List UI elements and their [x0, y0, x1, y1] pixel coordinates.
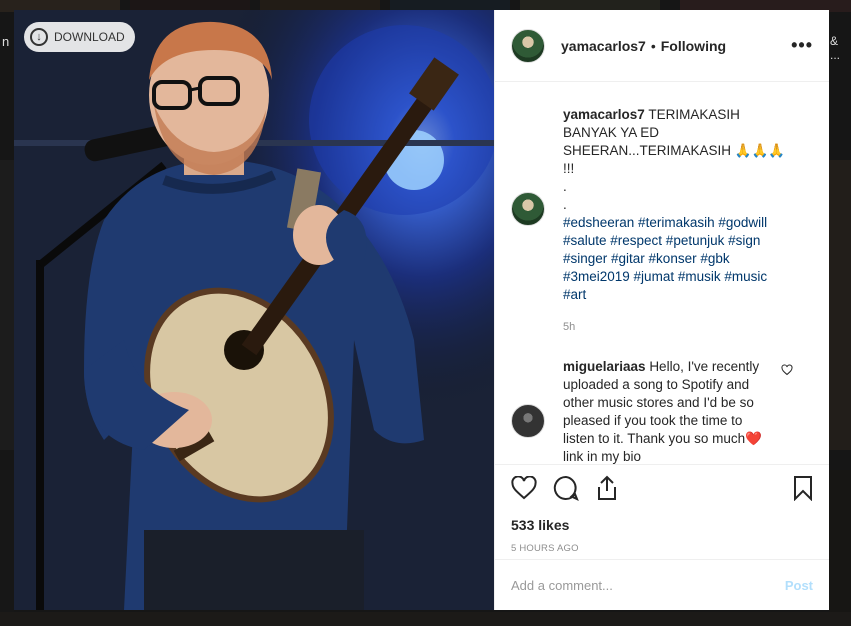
commenter-username[interactable]: miguelariaas: [563, 359, 646, 374]
author-username[interactable]: yamacarlos7: [561, 38, 646, 54]
caption-username[interactable]: yamacarlos7: [563, 107, 645, 122]
caption-hashtags[interactable]: #edsheeran #terimakasih #godwill #salute…: [563, 214, 788, 304]
background-edge-text: n: [2, 34, 10, 49]
comments-list[interactable]: yamacarlos7 TERIMAKASIH BANYAK YA ED SHE…: [495, 82, 829, 465]
post-actions: 533 likes 5 HOURS AGO: [495, 465, 829, 560]
bookmark-icon[interactable]: [793, 475, 813, 506]
caption-avatar[interactable]: [511, 192, 545, 226]
download-label: DOWNLOAD: [54, 30, 125, 44]
post-modal: ↓ DOWNLOAD yamacarlos7 • Following ••• y…: [14, 10, 829, 610]
post-caption: yamacarlos7 TERIMAKASIH BANYAK YA ED SHE…: [511, 106, 813, 336]
caption-dot: .: [563, 197, 567, 212]
download-arrow-icon: ↓: [30, 28, 48, 46]
post-header: yamacarlos7 • Following •••: [495, 10, 829, 82]
commenter-avatar[interactable]: [511, 404, 545, 438]
download-button[interactable]: ↓ DOWNLOAD: [24, 22, 135, 52]
caption-timestamp: 5h: [563, 321, 576, 333]
heart-icon[interactable]: [511, 474, 537, 505]
comment-text: Hello, I've recently uploaded a song to …: [563, 359, 762, 464]
action-icons-row: [511, 474, 813, 506]
comment-icon[interactable]: [553, 475, 579, 506]
post-button[interactable]: Post: [785, 578, 813, 593]
share-icon[interactable]: [595, 475, 619, 506]
caption-body: yamacarlos7 TERIMAKASIH BANYAK YA ED SHE…: [563, 106, 788, 336]
background-edge-text: & ...: [830, 34, 841, 62]
post-side-panel: yamacarlos7 • Following ••• yamacarlos7 …: [494, 10, 829, 610]
author-avatar[interactable]: [511, 28, 545, 63]
caption-text-line: yamacarlos7 TERIMAKASIH BANYAK YA ED SHE…: [563, 106, 788, 178]
header-separator: •: [650, 37, 656, 54]
add-comment-bar: Add a comment... Post: [495, 560, 829, 610]
following-button[interactable]: Following: [661, 38, 726, 54]
post-photo[interactable]: ↓ DOWNLOAD: [14, 10, 494, 610]
caption-dot: .: [563, 179, 567, 194]
likes-count[interactable]: 533 likes: [511, 517, 813, 533]
like-comment-heart-icon[interactable]: [781, 363, 793, 381]
post-time-ago: 5 HOURS AGO: [511, 543, 579, 554]
add-comment-input[interactable]: Add a comment...: [511, 578, 785, 593]
concert-photo-illustration: [14, 10, 494, 610]
comment-item: miguelariaas Hello, I've recently upload…: [511, 358, 813, 464]
ellipsis-icon[interactable]: •••: [791, 35, 813, 56]
comment-body: miguelariaas Hello, I've recently upload…: [563, 358, 773, 464]
